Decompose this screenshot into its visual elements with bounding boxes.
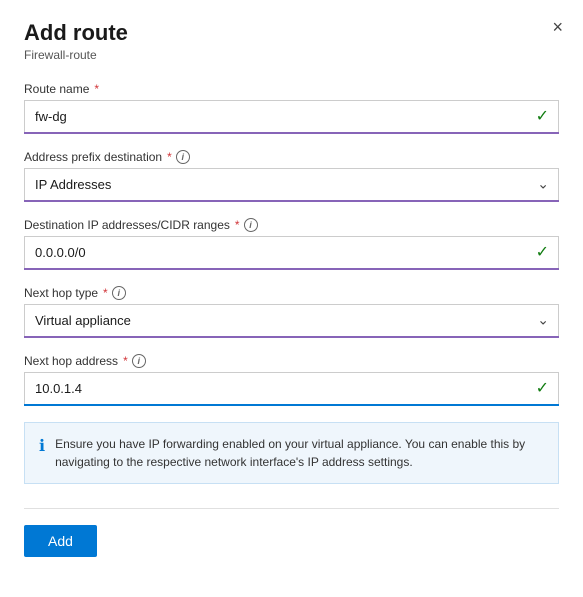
destination-ip-input[interactable] <box>24 236 559 268</box>
divider <box>24 508 559 509</box>
destination-ip-label: Destination IP addresses/CIDR ranges * i <box>24 218 559 232</box>
address-prefix-group: Address prefix destination * i IP Addres… <box>24 150 559 202</box>
next-hop-address-check-icon: ✓ <box>536 378 549 398</box>
add-route-panel: × Add route Firewall-route Route name * … <box>0 0 583 597</box>
next-hop-address-input[interactable] <box>24 372 559 404</box>
address-prefix-info-icon[interactable]: i <box>176 150 190 164</box>
next-hop-type-select-wrap: Virtual appliance Internet None VNet gat… <box>24 304 559 338</box>
add-button[interactable]: Add <box>24 525 97 557</box>
next-hop-address-group: Next hop address * i ✓ <box>24 354 559 406</box>
address-prefix-select[interactable]: IP Addresses Service Tag CIDR <box>24 168 559 200</box>
next-hop-type-select[interactable]: Virtual appliance Internet None VNet gat… <box>24 304 559 336</box>
close-button[interactable]: × <box>552 18 563 36</box>
route-name-check-icon: ✓ <box>536 106 549 126</box>
next-hop-type-group: Next hop type * i Virtual appliance Inte… <box>24 286 559 338</box>
info-box-text: Ensure you have IP forwarding enabled on… <box>55 435 544 471</box>
route-name-input[interactable] <box>24 100 559 132</box>
route-name-label: Route name * <box>24 82 559 96</box>
destination-ip-info-icon[interactable]: i <box>244 218 258 232</box>
info-box: ℹ Ensure you have IP forwarding enabled … <box>24 422 559 484</box>
destination-ip-input-wrap: ✓ <box>24 236 559 270</box>
address-prefix-label: Address prefix destination * i <box>24 150 559 164</box>
destination-ip-check-icon: ✓ <box>536 242 549 262</box>
address-prefix-select-wrap: IP Addresses Service Tag CIDR ⌄ <box>24 168 559 202</box>
next-hop-address-info-icon[interactable]: i <box>132 354 146 368</box>
info-box-icon: ℹ <box>39 436 45 456</box>
route-name-group: Route name * ✓ <box>24 82 559 134</box>
next-hop-type-info-icon[interactable]: i <box>112 286 126 300</box>
next-hop-address-input-wrap: ✓ <box>24 372 559 406</box>
panel-subtitle: Firewall-route <box>24 48 559 62</box>
destination-ip-group: Destination IP addresses/CIDR ranges * i… <box>24 218 559 270</box>
next-hop-type-label: Next hop type * i <box>24 286 559 300</box>
route-name-input-wrap: ✓ <box>24 100 559 134</box>
panel-title: Add route <box>24 20 559 46</box>
next-hop-address-label: Next hop address * i <box>24 354 559 368</box>
